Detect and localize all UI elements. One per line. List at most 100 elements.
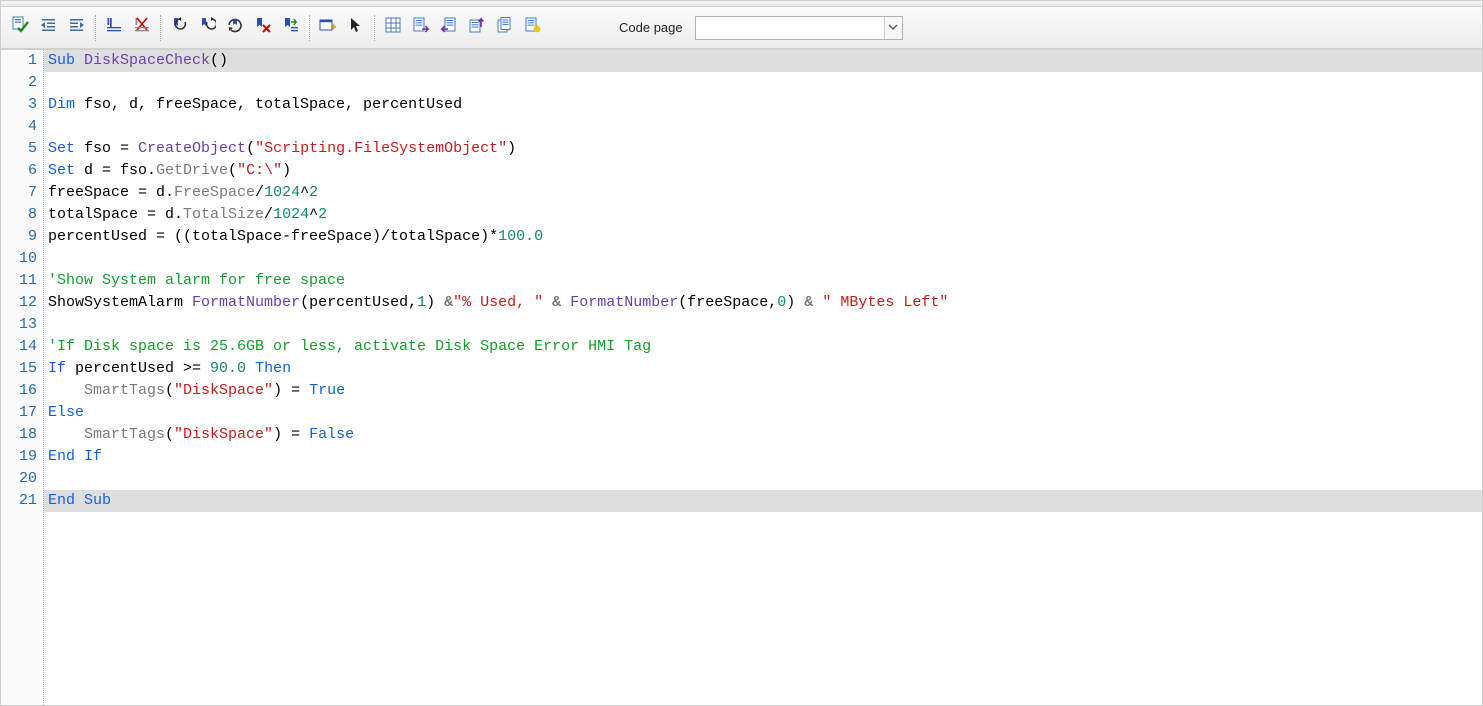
code-token: Set — [48, 162, 84, 179]
code-line[interactable]: 'If Disk space is 25.6GB or less, activa… — [44, 336, 1482, 358]
sheet-copy-button[interactable] — [491, 15, 519, 41]
sheet-new-icon — [524, 16, 542, 39]
bookmark-prev-button[interactable] — [165, 15, 193, 41]
bookmark-clear-button[interactable] — [128, 15, 156, 41]
code-token: ) = — [273, 382, 309, 399]
line-number: 21 — [1, 490, 43, 512]
bookmark-next-button[interactable] — [193, 15, 221, 41]
bookmark-next-icon — [198, 16, 216, 39]
bookmark-delete-button[interactable] — [249, 15, 277, 41]
code-token: End Sub — [48, 492, 111, 509]
code-token: GetDrive — [156, 162, 228, 179]
codepage-dropdown-button[interactable] — [884, 17, 902, 39]
code-token: Dim — [48, 96, 84, 113]
code-line[interactable]: ShowSystemAlarm FormatNumber(percentUsed… — [44, 292, 1482, 314]
code-line[interactable]: 'Show System alarm for free space — [44, 270, 1482, 292]
line-number: 5 — [1, 138, 43, 160]
code-line[interactable]: totalSpace = d.TotalSize/1024^2 — [44, 204, 1482, 226]
code-token: Set — [48, 140, 84, 157]
code-line[interactable] — [44, 72, 1482, 94]
code-line[interactable]: End Sub — [44, 490, 1482, 512]
codepage-combo[interactable] — [695, 16, 903, 40]
grid-button[interactable] — [379, 15, 407, 41]
code-token: (freeSpace, — [678, 294, 777, 311]
indent-right-button[interactable] — [35, 15, 63, 41]
code-token: "% Used, " — [453, 294, 543, 311]
code-token: & — [804, 294, 813, 311]
code-token: fso = — [84, 140, 138, 157]
sheet-new-button[interactable] — [519, 15, 547, 41]
bookmark-delete-icon — [254, 16, 272, 39]
code-token: ( — [246, 140, 255, 157]
bookmark-prev-icon — [170, 16, 188, 39]
code-token — [48, 426, 84, 443]
code-line[interactable]: freeSpace = d.FreeSpace/1024^2 — [44, 182, 1482, 204]
code-token: & — [552, 294, 561, 311]
sheet-up-icon — [468, 16, 486, 39]
code-token: End If — [48, 448, 102, 465]
code-token: FreeSpace — [174, 184, 255, 201]
code-token: ( — [228, 162, 237, 179]
codepage-input[interactable] — [696, 17, 884, 39]
sheet-up-button[interactable] — [463, 15, 491, 41]
code-line[interactable]: SmartTags("DiskSpace") = False — [44, 424, 1482, 446]
check-button[interactable] — [7, 15, 35, 41]
code-token: 1 — [417, 294, 426, 311]
code-line[interactable] — [44, 468, 1482, 490]
line-number: 2 — [1, 72, 43, 94]
cursor-button[interactable] — [342, 15, 370, 41]
code-token: SmartTags — [84, 382, 165, 399]
bookmark-toggle-button[interactable] — [100, 15, 128, 41]
indent-left-button[interactable] — [63, 15, 91, 41]
code-token: DiskSpaceCheck — [84, 52, 210, 69]
code-token — [813, 294, 822, 311]
code-token: 2 — [318, 206, 327, 223]
code-token: FormatNumber — [192, 294, 300, 311]
code-token: 'Show System alarm for free space — [48, 272, 345, 289]
code-line[interactable]: End If — [44, 446, 1482, 468]
sheet-next-button[interactable] — [407, 15, 435, 41]
sheet-prev-icon — [440, 16, 458, 39]
code-token: CreateObject — [138, 140, 246, 157]
line-number: 16 — [1, 380, 43, 402]
code-token: ( — [165, 426, 174, 443]
code-token: 1024 — [264, 184, 300, 201]
code-token: percentUsed = ((totalSpace-freeSpace)/to… — [48, 228, 498, 245]
insert-sub-icon — [319, 16, 337, 39]
insert-sub-button[interactable] — [314, 15, 342, 41]
code-token: Sub — [48, 52, 84, 69]
code-line[interactable] — [44, 116, 1482, 138]
code-line[interactable]: Else — [44, 402, 1482, 424]
line-number: 1 — [1, 50, 43, 72]
code-line[interactable]: If percentUsed >= 90.0 Then — [44, 358, 1482, 380]
code-line[interactable]: Set d = fso.GetDrive("C:\") — [44, 160, 1482, 182]
code-token: ) — [507, 140, 516, 157]
toolbar-separator — [95, 15, 96, 41]
code-token: ^ — [300, 184, 309, 201]
sheet-prev-button[interactable] — [435, 15, 463, 41]
code-token: ^ — [309, 206, 318, 223]
code-token: 1024 — [273, 206, 309, 223]
code-token: TotalSize — [183, 206, 264, 223]
code-line[interactable]: Sub DiskSpaceCheck() — [44, 50, 1482, 72]
bookmark-goto-button[interactable] — [277, 15, 305, 41]
bookmark-cycle-button[interactable] — [221, 15, 249, 41]
code-line[interactable]: percentUsed = ((totalSpace-freeSpace)/to… — [44, 226, 1482, 248]
code-line[interactable]: SmartTags("DiskSpace") = True — [44, 380, 1482, 402]
line-number: 3 — [1, 94, 43, 116]
code-token: ) — [282, 162, 291, 179]
code-line[interactable]: Set fso = CreateObject("Scripting.FileSy… — [44, 138, 1482, 160]
code-line[interactable] — [44, 314, 1482, 336]
code-token: percentUsed >= — [75, 360, 210, 377]
script-editor-window: Code page 123456789101112131415161718192… — [0, 0, 1483, 706]
code-token — [246, 360, 255, 377]
code-token — [543, 294, 552, 311]
code-editor[interactable]: Sub DiskSpaceCheck()Dim fso, d, freeSpac… — [44, 50, 1482, 705]
line-number: 12 — [1, 292, 43, 314]
code-line[interactable]: Dim fso, d, freeSpace, totalSpace, perce… — [44, 94, 1482, 116]
bookmark-clear-icon — [133, 16, 151, 39]
line-number: 11 — [1, 270, 43, 292]
code-line[interactable] — [44, 248, 1482, 270]
code-token: ) = — [273, 426, 309, 443]
code-token: & — [444, 294, 453, 311]
